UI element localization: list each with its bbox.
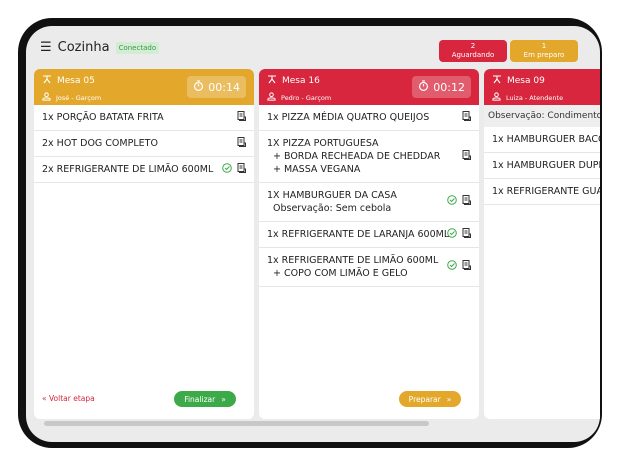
item-text: 1X PIZZA PORTUGUESA <box>267 138 379 149</box>
back-stage-button[interactable]: « Voltar etapa <box>42 394 95 403</box>
item-text: 1x HAMBURGUER BACON <box>492 134 600 145</box>
counter-label: Em preparo <box>523 51 565 59</box>
horizontal-scrollbar[interactable] <box>44 421 429 426</box>
order-item[interactable]: 1X HAMBURGUER DA CASA Observação: Sem ceb… <box>259 183 479 222</box>
order-item[interactable]: 1x REFRIGERANTE GUARANÁ <box>484 179 600 205</box>
table-name: Mesa 05 <box>57 75 95 86</box>
receipt-icon[interactable] <box>237 136 246 151</box>
receipt-icon[interactable] <box>237 162 246 177</box>
order-card: Mesa 16 Pedro - Garçom 00:12 1x PIZZA MÉDI… <box>259 69 479 419</box>
order-card: Mesa 05 José - Garçom 00:14 1x PORÇÃO BATA… <box>34 69 254 419</box>
table-icon <box>267 74 277 87</box>
finish-button[interactable]: Finalizar » <box>174 391 236 407</box>
item-text: 1x PORÇÃO BATATA FRITA <box>42 112 164 123</box>
card-footer: « Voltar etapa Finalizar » <box>42 391 236 407</box>
status-badge: Conectado <box>115 41 160 54</box>
double-chevron-right-icon: » <box>221 394 226 404</box>
item-text: 1x REFRIGERANTE DE LIMÃO 600ML <box>267 255 439 266</box>
order-item[interactable]: 1x HAMBURGUER BACON <box>484 127 600 153</box>
screen: ☰ Cozinha Conectado 2 Aguardando 1 Em prep… <box>26 26 600 442</box>
card-header: Mesa 16 Pedro - Garçom 00:12 <box>259 69 479 105</box>
card-footer: Preparar » <box>267 391 461 407</box>
item-extra: + MASSA VEGANA <box>273 164 361 175</box>
order-item[interactable]: 2x HOT DOG COMPLETO <box>34 131 254 157</box>
user-icon <box>42 92 51 103</box>
order-item[interactable]: 1x REFRIGERANTE DE LIMÃO 600ML + COPO COM… <box>259 248 479 287</box>
order-item[interactable]: 1x REFRIGERANTE DE LARANJA 600ML <box>259 222 479 248</box>
receipt-icon[interactable] <box>462 110 471 125</box>
receipt-icon[interactable] <box>237 110 246 125</box>
item-text: 1x PIZZA MÉDIA QUATRO QUEIJOS <box>267 112 430 123</box>
counter-count: 2 <box>470 42 476 50</box>
staff-name: Luiza - Atendente <box>506 93 564 102</box>
timer-value: 00:12 <box>433 80 465 94</box>
button-label: Finalizar <box>184 394 216 404</box>
counter-preparing[interactable]: 1 Em preparo <box>510 40 578 62</box>
item-text: 1x REFRIGERANTE GUARANÁ <box>492 186 600 197</box>
staff-name: José - Garçom <box>56 93 102 102</box>
prepare-button[interactable]: Preparar » <box>399 391 461 407</box>
receipt-icon[interactable] <box>462 260 471 274</box>
check-circle-icon[interactable] <box>222 162 232 177</box>
hamburger-menu-icon[interactable]: ☰ <box>40 40 52 55</box>
top-bar: ☰ Cozinha Conectado <box>40 40 160 55</box>
check-circle-icon[interactable] <box>447 260 457 274</box>
order-item[interactable]: 1x PIZZA MÉDIA QUATRO QUEIJOS <box>259 105 479 131</box>
counter-count: 1 <box>541 42 547 50</box>
item-text: 2x REFRIGERANTE DE LIMÃO 600ML <box>42 164 214 175</box>
double-chevron-right-icon: » <box>446 394 452 404</box>
receipt-icon[interactable] <box>462 195 471 209</box>
item-extra: Observação: Sem cebola <box>273 203 392 214</box>
table-name: Mesa 09 <box>507 75 545 86</box>
item-text: 1X HAMBURGUER DA CASA <box>267 190 397 201</box>
order-item[interactable]: 1X PIZZA PORTUGUESA + BORDA RECHEADA DE C… <box>259 131 479 183</box>
button-label: Preparar <box>408 394 441 404</box>
staff-name: Pedro - Garçom <box>281 93 332 102</box>
item-extra: + BORDA RECHEADA DE CHEDDAR <box>273 151 441 162</box>
card-header: Mesa 09 Luiza - Atendente <box>484 69 600 105</box>
user-icon <box>267 92 276 103</box>
back-label: Voltar etapa <box>48 394 95 403</box>
order-card: Mesa 09 Luiza - Atendente Observação: Con… <box>484 69 600 419</box>
item-text: 1x REFRIGERANTE DE LARANJA 600ML <box>267 229 450 240</box>
item-text: 2x HOT DOG COMPLETO <box>42 138 158 149</box>
table-icon <box>492 74 502 87</box>
counter-label: Aguardando <box>451 51 495 59</box>
check-circle-icon[interactable] <box>447 195 457 209</box>
table-name: Mesa 16 <box>282 75 320 86</box>
item-extra: + COPO COM LIMÃO E GELO <box>273 268 408 279</box>
check-circle-icon[interactable] <box>447 227 457 242</box>
counter-waiting[interactable]: 2 Aguardando <box>439 40 507 62</box>
stopwatch-icon <box>193 80 204 94</box>
receipt-icon[interactable] <box>462 149 471 164</box>
timer-value: 00:14 <box>208 80 240 94</box>
item-text: 1x HAMBURGUER DUPLO <box>492 160 600 171</box>
order-item[interactable]: 2x REFRIGERANTE DE LIMÃO 600ML <box>34 157 254 183</box>
stopwatch-icon <box>418 80 429 94</box>
order-item[interactable]: 1x PORÇÃO BATATA FRITA <box>34 105 254 131</box>
order-item[interactable]: 1x HAMBURGUER DUPLO <box>484 153 600 179</box>
card-header: Mesa 05 José - Garçom 00:14 <box>34 69 254 105</box>
table-icon <box>42 74 52 87</box>
timer: 00:12 <box>412 76 471 98</box>
receipt-icon[interactable] <box>462 227 471 242</box>
user-icon <box>492 92 501 103</box>
page-title: Cozinha <box>57 40 110 55</box>
timer: 00:14 <box>187 76 246 98</box>
order-observation: Observação: Condimentos à parte <box>484 105 600 127</box>
